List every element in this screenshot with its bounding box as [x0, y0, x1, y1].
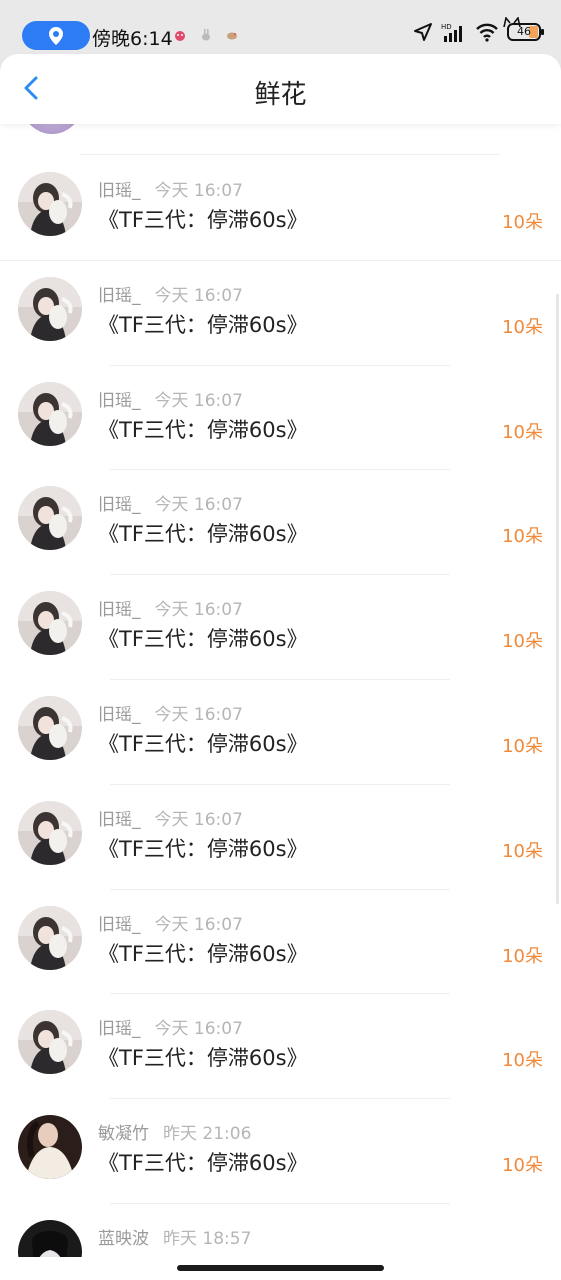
avatar: [22, 124, 82, 134]
work-title: 《TF三代：停滞60s》: [98, 312, 308, 337]
battery-icon: 46: [503, 17, 544, 41]
sender-line: 敏凝竹 昨天 21:06: [98, 1119, 251, 1144]
avatar[interactable]: [18, 905, 82, 970]
sender-name[interactable]: 旧瑶_: [98, 1019, 141, 1039]
sender-line: 旧瑶_ 今天 16:07: [98, 700, 243, 725]
sender-name[interactable]: 旧瑶_: [98, 181, 141, 201]
home-indicator[interactable]: [177, 1265, 384, 1271]
flower-list[interactable]: 旧瑶_ 今天 16:07 《TF三代：停滞60s》 10朵 旧瑶_ 今天 16:07 《T…: [0, 124, 561, 1257]
work-title: 《TF三代：停滞60s》: [98, 417, 308, 442]
signal-icon: HD: [441, 23, 462, 42]
list-item[interactable]: 旧瑶_ 今天 16:07 《TF三代：停滞60s》 10朵: [0, 890, 561, 995]
avatar[interactable]: [18, 1115, 82, 1180]
navigation-arrow-icon: [414, 23, 432, 41]
rabbit-notification-icon: [199, 27, 213, 41]
timestamp: 今天 16:07: [154, 181, 243, 201]
work-title: 《TF三代：停滞60s》: [98, 732, 308, 756]
avatar[interactable]: [18, 381, 82, 446]
header-bar: 鲜花: [0, 54, 561, 124]
timestamp: 今天 16:07: [154, 705, 243, 725]
timestamp: 今天 16:07: [154, 1019, 243, 1040]
flower-amount: 10朵: [502, 631, 543, 653]
list-item[interactable]: 旧瑶_ 今天 16:07 《TF三代：停滞60s》 10朵: [0, 261, 561, 366]
sender-line: 蓝映波 昨天 18:57: [98, 1224, 251, 1249]
timestamp: 昨天 21:06: [163, 1124, 252, 1145]
location-pill[interactable]: [22, 21, 90, 50]
avatar[interactable]: [18, 486, 82, 551]
row-divider: [80, 154, 500, 155]
timestamp: 今天 16:07: [154, 914, 243, 935]
timestamp: 今天 16:07: [154, 600, 243, 621]
sender-name[interactable]: 蓝映波: [98, 1229, 149, 1249]
work-title: 《TF三代：停滞60s》: [98, 836, 308, 861]
avatar[interactable]: [18, 591, 82, 656]
work-title: 《TF三代：停滞60s》: [98, 208, 308, 232]
notification-icons: [173, 27, 239, 41]
scrollbar[interactable]: [556, 294, 559, 904]
flower-amount: 10朵: [502, 1050, 543, 1072]
sender-line: 旧瑶_ 今天 16:07: [98, 176, 243, 201]
list-item[interactable]: 旧瑶_ 今天 16:07 《TF三代：停滞60s》 10朵: [0, 785, 561, 890]
sender-name[interactable]: 旧瑶_: [98, 600, 141, 620]
list-item[interactable]: 敏凝竹 昨天 21:06 《TF三代：停滞60s》 10朵: [0, 1099, 561, 1204]
bird-notification-icon: [225, 27, 239, 41]
flower-amount: 10朵: [502, 945, 543, 967]
list-item[interactable]: 旧瑶_ 今天 16:07 《TF三代：停滞60s》 10朵: [0, 366, 561, 471]
sender-name[interactable]: 旧瑶_: [98, 705, 141, 725]
flower-amount: 10朵: [502, 1155, 543, 1177]
sender-line: 旧瑶_ 今天 16:07: [98, 910, 243, 935]
list-item[interactable]: 蓝映波 昨天 18:57: [0, 1204, 561, 1257]
sender-line: 旧瑶_ 今天 16:07: [98, 281, 243, 306]
flower-amount: 10朵: [502, 736, 543, 757]
flower-amount: 10朵: [502, 526, 543, 548]
status-right: HD 46: [413, 17, 544, 42]
sender-line: 旧瑶_ 今天 16:07: [98, 386, 243, 411]
sender-name[interactable]: 旧瑶_: [98, 391, 141, 411]
sender-name[interactable]: 旧瑶_: [98, 495, 141, 515]
flower-amount: 10朵: [502, 316, 543, 338]
work-title: 《TF三代：停滞60s》: [98, 1151, 308, 1176]
location-pin-icon: [49, 27, 63, 45]
sender-line: 旧瑶_ 今天 16:07: [98, 490, 243, 515]
list-item[interactable]: 旧瑶_ 今天 16:07 《TF三代：停滞60s》 10朵: [0, 470, 561, 575]
avatar[interactable]: [18, 172, 82, 236]
list-item[interactable]: 旧瑶_ 今天 16:07 《TF三代：停滞60s》 10朵: [0, 575, 561, 680]
timestamp: 昨天 18:57: [163, 1229, 252, 1249]
sender-line: 旧瑶_ 今天 16:07: [98, 1014, 243, 1039]
sender-line: 旧瑶_ 今天 16:07: [98, 595, 243, 620]
list-item[interactable]: 旧瑶_ 今天 16:07 《TF三代：停滞60s》 10朵: [0, 156, 561, 261]
wifi-icon: [476, 23, 498, 42]
timestamp: 今天 16:07: [154, 495, 243, 516]
flower-amount: 10朵: [502, 212, 543, 233]
sender-name[interactable]: 旧瑶_: [98, 286, 141, 306]
app-notification-icon: [173, 27, 187, 41]
flower-amount: 10朵: [502, 421, 543, 443]
avatar[interactable]: [18, 800, 82, 865]
work-title: 《TF三代：停滞60s》: [98, 941, 308, 966]
timestamp: 今天 16:07: [154, 390, 243, 411]
sender-line: 旧瑶_ 今天 16:07: [98, 805, 243, 830]
list-item-partial: [0, 124, 561, 154]
flower-amount: 10朵: [502, 840, 543, 862]
status-time: 傍晚6:14: [92, 28, 173, 50]
timestamp: 今天 16:07: [154, 285, 243, 306]
work-title: 《TF三代：停滞60s》: [98, 627, 308, 652]
work-title: 《TF三代：停滞60s》: [98, 1046, 308, 1071]
list-item[interactable]: 旧瑶_ 今天 16:07 《TF三代：停滞60s》 10朵: [0, 994, 561, 1099]
avatar[interactable]: [18, 696, 82, 760]
avatar[interactable]: [18, 1220, 82, 1257]
timestamp: 今天 16:07: [154, 809, 243, 830]
avatar[interactable]: [18, 1010, 82, 1075]
svg-text:HD: HD: [441, 23, 452, 31]
page-title: 鲜花: [254, 80, 307, 110]
list-item[interactable]: 旧瑶_ 今天 16:07 《TF三代：停滞60s》 10朵: [0, 680, 561, 785]
work-title: 《TF三代：停滞60s》: [98, 522, 308, 547]
sender-name[interactable]: 旧瑶_: [98, 810, 141, 830]
sender-name[interactable]: 敏凝竹: [98, 1124, 149, 1144]
sender-name[interactable]: 旧瑶_: [98, 915, 141, 935]
avatar[interactable]: [18, 276, 82, 341]
battery-level: 46: [517, 25, 531, 38]
